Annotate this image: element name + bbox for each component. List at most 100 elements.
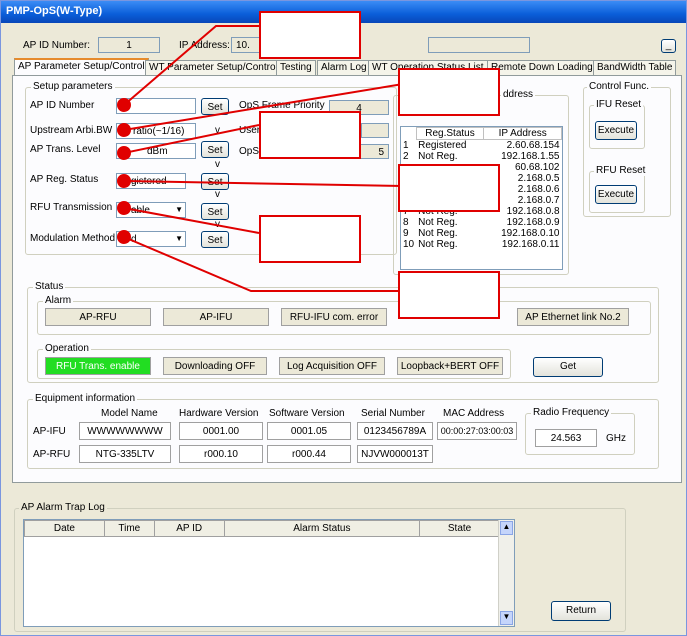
tab-alarm-log[interactable]: Alarm Log bbox=[317, 60, 371, 75]
setup-parameters-title: Setup parameters bbox=[31, 81, 115, 92]
scroll-down-icon[interactable]: ▼ bbox=[500, 611, 513, 625]
rfu-transmission-select[interactable]: able ▼ bbox=[116, 202, 186, 218]
ap-ifu-software: 0001.05 bbox=[267, 422, 351, 440]
ap-rfu-label: AP-RFU bbox=[33, 449, 71, 460]
annotation-box bbox=[398, 164, 500, 212]
alarm-title: Alarm bbox=[43, 295, 74, 306]
annotation-box bbox=[259, 111, 361, 159]
tab-testing[interactable]: Testing bbox=[276, 60, 316, 75]
set-rfu-transmission-button[interactable]: Set bbox=[201, 203, 229, 220]
trap-header-state[interactable]: State bbox=[419, 520, 500, 537]
trap-header-ap-id[interactable]: AP ID bbox=[153, 520, 225, 537]
row-index: 10 bbox=[403, 239, 415, 250]
ifu-execute-button[interactable]: Execute bbox=[595, 121, 637, 140]
row-ip-address: 192.168.0.9 bbox=[506, 217, 560, 228]
chevron-down-icon: ▼ bbox=[175, 234, 183, 243]
ap-rfu-serial: NJVW000013T bbox=[357, 445, 433, 463]
get-button[interactable]: Get bbox=[533, 357, 603, 377]
wt-address-title: ddress bbox=[501, 89, 536, 100]
dropdown-marker: v bbox=[215, 189, 220, 200]
registration-header-row: Reg.Status IP Address bbox=[401, 127, 562, 140]
status-display bbox=[428, 37, 530, 53]
trap-header-time[interactable]: Time bbox=[103, 520, 155, 537]
rfu-reset-title: RFU Reset bbox=[594, 165, 648, 176]
ap-rfu-software: r000.44 bbox=[267, 445, 351, 463]
upstream-arbi-bw-label: Upstream Arbi.BW bbox=[30, 125, 113, 136]
chevron-down-icon: ▼ bbox=[175, 205, 183, 214]
loopback-bert-indicator: Loopback+BERT OFF bbox=[397, 357, 503, 375]
tab-bandwidth-table[interactable]: BandWidth Table bbox=[593, 60, 677, 75]
row-reg-status: Not Reg. bbox=[418, 239, 458, 250]
tab-ap-parameter[interactable]: AP Parameter Setup/Control bbox=[14, 58, 149, 75]
row-ip-address: 2.60.68.154 bbox=[506, 140, 560, 151]
scroll-up-icon[interactable]: ▲ bbox=[500, 521, 513, 535]
modulation-method-select[interactable]: d ▼ bbox=[116, 231, 186, 247]
set-ap-id-button[interactable]: Set bbox=[201, 98, 229, 115]
ap-ifu-mac: 00:00:27:03:00:03 bbox=[437, 422, 517, 440]
rfu-execute-button[interactable]: Execute bbox=[595, 185, 637, 204]
application-window: PMP-OpS(W-Type) AP ID Number: 1 IP Addre… bbox=[0, 0, 687, 636]
alarm-trap-list[interactable]: Date Time AP ID Alarm Status State ▲ ▼ bbox=[23, 519, 515, 627]
ap-ifu-label: AP-IFU bbox=[33, 426, 66, 437]
radio-frequency-unit: GHz bbox=[606, 433, 626, 444]
upstream-arbi-bw-value: ratio(~1/16) bbox=[133, 126, 185, 137]
row-reg-status: Not Reg. bbox=[418, 217, 458, 228]
annotation-box bbox=[259, 11, 361, 59]
dropdown-marker: v bbox=[215, 219, 220, 230]
modulation-method-label: Modulation Method bbox=[30, 233, 116, 244]
ap-rfu-hardware: r000.10 bbox=[179, 445, 263, 463]
ap-id-number-input[interactable] bbox=[116, 98, 196, 114]
registration-row[interactable]: 9 Not Reg. 192.168.0.10 bbox=[401, 228, 562, 239]
log-acquisition-indicator: Log Acquisition OFF bbox=[279, 357, 385, 375]
ops-second-label: OpS bbox=[239, 146, 260, 157]
operation-title: Operation bbox=[43, 343, 91, 354]
header-software-version: Software Version bbox=[269, 408, 345, 419]
status-title: Status bbox=[33, 281, 66, 292]
radio-frequency-title: Radio Frequency bbox=[531, 407, 612, 418]
alarm-trap-table: Date Time AP ID Alarm Status State bbox=[24, 520, 500, 537]
ap-reg-status-value: gistered bbox=[131, 176, 167, 187]
header-reg-status: Reg.Status bbox=[415, 127, 485, 140]
vertical-scrollbar[interactable]: ▲ ▼ bbox=[498, 520, 514, 626]
user-label: User bbox=[239, 125, 261, 136]
ap-ifu-hardware: 0001.00 bbox=[179, 422, 263, 440]
alarm-ethernet-link: AP Ethernet link No.2 bbox=[517, 308, 629, 326]
header-mac-address: MAC Address bbox=[443, 408, 505, 419]
row-ip-address: 192.168.0.11 bbox=[501, 239, 560, 250]
ops-frame-priority-label: OpS Frame Priority bbox=[239, 100, 325, 111]
set-trans-level-button[interactable]: Set bbox=[201, 141, 229, 158]
row-ip-address: 192.168.0.10 bbox=[501, 228, 560, 239]
upstream-arbi-bw-select[interactable]: ratio(~1/16) bbox=[116, 123, 196, 139]
modulation-method-value: d bbox=[131, 234, 137, 245]
registration-row[interactable]: 1 Registered 2.60.68.154 bbox=[401, 140, 562, 151]
ap-id-label: AP ID Number: bbox=[23, 40, 91, 51]
tab-remote-down-loading[interactable]: Remote Down Loading bbox=[487, 60, 597, 75]
control-func-title: Control Func. bbox=[587, 81, 652, 92]
dropdown-marker: v bbox=[215, 125, 220, 136]
rfu-transmission-label: RFU Transmission bbox=[30, 202, 113, 213]
row-index: 9 bbox=[403, 228, 409, 239]
header-model-name: Model Name bbox=[101, 408, 158, 419]
registration-row[interactable]: 2 Not Reg. 192.168.1.55 bbox=[401, 151, 562, 162]
ap-id-number-label: AP ID Number bbox=[30, 100, 95, 111]
trap-header-alarm-status[interactable]: Alarm Status bbox=[223, 520, 421, 537]
return-button[interactable]: Return bbox=[551, 601, 611, 621]
ap-reg-status-select[interactable]: gistered bbox=[116, 173, 186, 189]
user-value-field bbox=[361, 123, 389, 138]
registration-row[interactable]: 10 Not Reg. 192.168.0.11 bbox=[401, 239, 562, 250]
row-index: 2 bbox=[403, 151, 409, 162]
trap-header-date[interactable]: Date bbox=[24, 520, 105, 537]
registration-row[interactable]: 8 Not Reg. 192.168.0.9 bbox=[401, 217, 562, 228]
row-reg-status: Registered bbox=[418, 140, 467, 151]
rfu-trans-enable-indicator: RFU Trans. enable bbox=[45, 357, 151, 375]
ap-rfu-model: NTG-335LTV bbox=[79, 445, 171, 463]
minimize-button[interactable]: _ bbox=[661, 39, 676, 53]
alarm-trap-header-row: Date Time AP ID Alarm Status State bbox=[24, 520, 500, 537]
header-serial-number: Serial Number bbox=[361, 408, 425, 419]
alarm-rfu-ifu-com: RFU-IFU com. error bbox=[281, 308, 387, 326]
set-reg-status-button[interactable]: Set bbox=[201, 173, 229, 190]
window-title: PMP-OpS(W-Type) bbox=[6, 5, 103, 17]
tab-wt-parameter[interactable]: WT Parameter Setup/Control bbox=[145, 60, 282, 75]
ap-trans-level-input[interactable]: dBm bbox=[116, 143, 196, 159]
set-modulation-button[interactable]: Set bbox=[201, 231, 229, 248]
